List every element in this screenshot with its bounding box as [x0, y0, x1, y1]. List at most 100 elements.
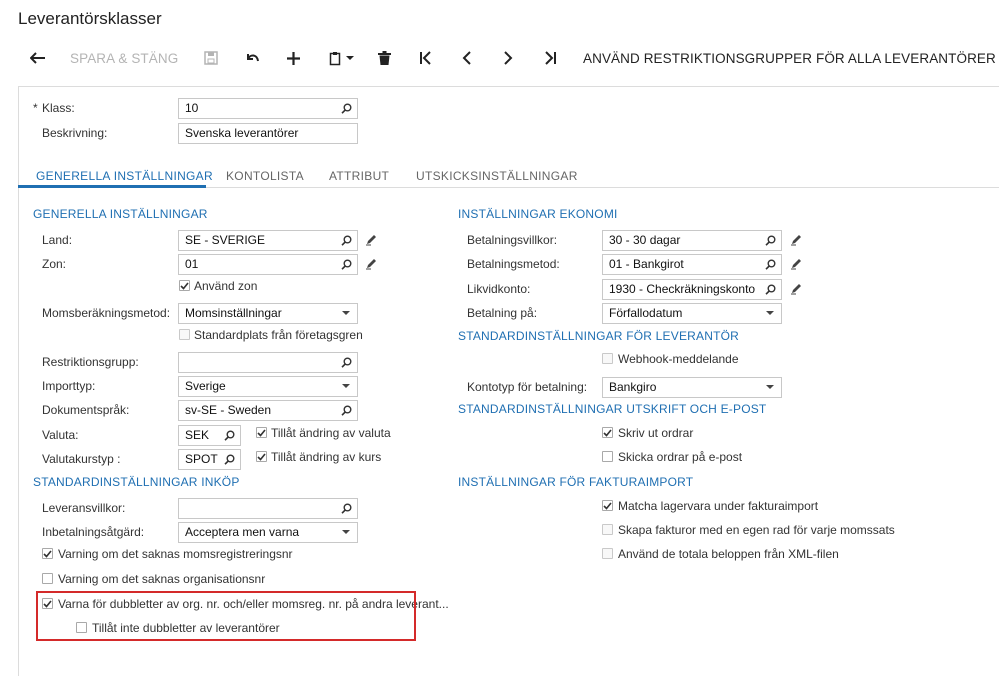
print-orders-label: Skriv ut ordrar	[618, 426, 694, 440]
chevron-down-icon	[337, 377, 355, 396]
kontotyp-label: Kontotyp för betalning:	[467, 380, 588, 394]
clipboard-icon	[329, 51, 340, 65]
pencil-icon[interactable]	[790, 257, 803, 273]
trash-icon	[377, 51, 391, 65]
print-orders-checkbox[interactable]	[602, 427, 613, 438]
chevron-right-icon	[504, 51, 513, 65]
betalningsmetod-label: Betalningsmetod:	[467, 257, 560, 271]
search-icon[interactable]	[337, 99, 355, 118]
webhook-label: Webhook-meddelande	[618, 352, 739, 366]
allow-valuta-checkbox[interactable]	[256, 427, 267, 438]
tab-generella[interactable]: GENERELLA INSTÄLLNINGAR	[36, 169, 213, 183]
leverans-input[interactable]	[178, 498, 358, 519]
add-button[interactable]	[284, 46, 302, 70]
inbetalning-select[interactable]: Acceptera men varna	[178, 522, 358, 543]
search-icon[interactable]	[220, 426, 238, 445]
kontotyp-select[interactable]: Bankgiro	[602, 377, 782, 398]
undo-icon	[246, 54, 259, 62]
betalning-pa-label: Betalning på:	[467, 306, 538, 320]
restriction-input[interactable]	[178, 352, 358, 373]
chevron-down-icon	[761, 378, 779, 397]
valuta-input[interactable]: SEK	[178, 425, 241, 446]
chevron-down-icon	[761, 304, 779, 323]
back-button[interactable]	[28, 46, 48, 70]
required-mark: *	[33, 101, 38, 115]
tab-attribut[interactable]: ATTRIBUT	[329, 169, 389, 183]
chevron-down-icon	[337, 523, 355, 542]
zon-label: Zon:	[42, 257, 67, 271]
first-icon	[420, 51, 431, 65]
chevron-down-icon	[337, 304, 355, 323]
search-icon[interactable]	[761, 231, 779, 250]
moms-label: Momsberäkningsmetod:	[42, 306, 171, 320]
last-icon	[545, 51, 556, 65]
import-select[interactable]: Sverige	[178, 376, 358, 397]
delete-button[interactable]	[375, 46, 393, 70]
save-close-button[interactable]: SPARA & STÄNG	[70, 46, 178, 70]
land-input[interactable]: SE - SVERIGE	[178, 230, 358, 251]
arrow-left-icon	[30, 52, 45, 64]
section-general: GENERELLA INSTÄLLNINGAR	[33, 207, 208, 221]
tab-kontolista[interactable]: KONTOLISTA	[226, 169, 304, 183]
section-economy: INSTÄLLNINGAR EKONOMI	[458, 207, 618, 221]
kurstyp-input[interactable]: SPOT	[178, 449, 241, 470]
moms-select[interactable]: Momsinställningar	[178, 303, 358, 324]
create-rows-checkbox[interactable]	[602, 524, 613, 535]
tab-utskick[interactable]: UTSKICKSINSTÄLLNINGAR	[416, 169, 578, 183]
betalning-pa-select[interactable]: Förfallodatum	[602, 303, 782, 324]
search-icon[interactable]	[337, 255, 355, 274]
apply-restriction-groups-button[interactable]: ANVÄND RESTRIKTIONSGRUPPER FÖR ALLA LEVE…	[583, 46, 996, 70]
pencil-icon[interactable]	[365, 257, 378, 273]
search-icon[interactable]	[337, 499, 355, 518]
warn-moms-label: Varning om det saknas momsregistreringsn…	[58, 547, 293, 561]
language-input[interactable]: sv-SE - Sweden	[178, 400, 358, 421]
allow-kurs-checkbox[interactable]	[256, 451, 267, 462]
klass-input[interactable]: 10	[178, 98, 358, 119]
last-record-button[interactable]	[541, 46, 559, 70]
likvidkonto-label: Likvidkonto:	[467, 282, 531, 296]
import-label: Importtyp:	[42, 379, 96, 393]
search-icon[interactable]	[337, 231, 355, 250]
active-tab-indicator	[18, 185, 206, 188]
search-icon[interactable]	[761, 280, 779, 299]
first-record-button[interactable]	[417, 46, 435, 70]
pencil-icon[interactable]	[790, 233, 803, 249]
likvidkonto-input[interactable]: 1930 - Checkräkningskonto	[602, 279, 782, 300]
create-rows-label: Skapa fakturor med en egen rad för varje…	[618, 523, 895, 537]
pencil-icon[interactable]	[790, 282, 803, 298]
match-item-checkbox[interactable]	[602, 500, 613, 511]
previous-record-button[interactable]	[458, 46, 476, 70]
klass-label: Klass:	[42, 101, 75, 115]
land-label: Land:	[42, 233, 73, 247]
check-icon	[603, 428, 612, 437]
betalningsmetod-input[interactable]: 01 - Bankgirot	[602, 254, 782, 275]
next-record-button[interactable]	[499, 46, 517, 70]
check-icon	[257, 452, 266, 461]
betalningsvillkor-input[interactable]: 30 - 30 dagar	[602, 230, 782, 251]
warn-org-checkbox[interactable]	[42, 573, 53, 584]
use-totals-checkbox[interactable]	[602, 548, 613, 559]
section-invoice: INSTÄLLNINGAR FÖR FAKTURAIMPORT	[458, 475, 694, 489]
copy-paste-button[interactable]	[326, 46, 356, 70]
search-icon[interactable]	[761, 255, 779, 274]
use-zone-checkbox[interactable]	[179, 280, 190, 291]
section-print: STANDARDINSTÄLLNINGAR UTSKRIFT OCH E-POS…	[458, 402, 767, 416]
email-orders-label: Skicka ordrar på e-post	[618, 450, 743, 464]
plus-icon	[286, 51, 300, 65]
warn-moms-checkbox[interactable]	[42, 548, 53, 559]
save-button[interactable]	[202, 46, 220, 70]
restriction-label: Restriktionsgrupp:	[42, 355, 139, 369]
std-place-checkbox[interactable]	[179, 329, 190, 340]
warn-org-label: Varning om det saknas organisationsnr	[58, 572, 266, 586]
search-icon[interactable]	[337, 401, 355, 420]
highlight-box	[36, 591, 416, 641]
pencil-icon[interactable]	[365, 233, 378, 249]
chevron-left-icon	[462, 51, 471, 65]
webhook-checkbox[interactable]	[602, 353, 613, 364]
beskrivning-input[interactable]: Svenska leverantörer	[178, 123, 358, 144]
search-icon[interactable]	[220, 450, 238, 469]
email-orders-checkbox[interactable]	[602, 451, 613, 462]
undo-button[interactable]	[243, 46, 261, 70]
zon-input[interactable]: 01	[178, 254, 358, 275]
search-icon[interactable]	[337, 353, 355, 372]
